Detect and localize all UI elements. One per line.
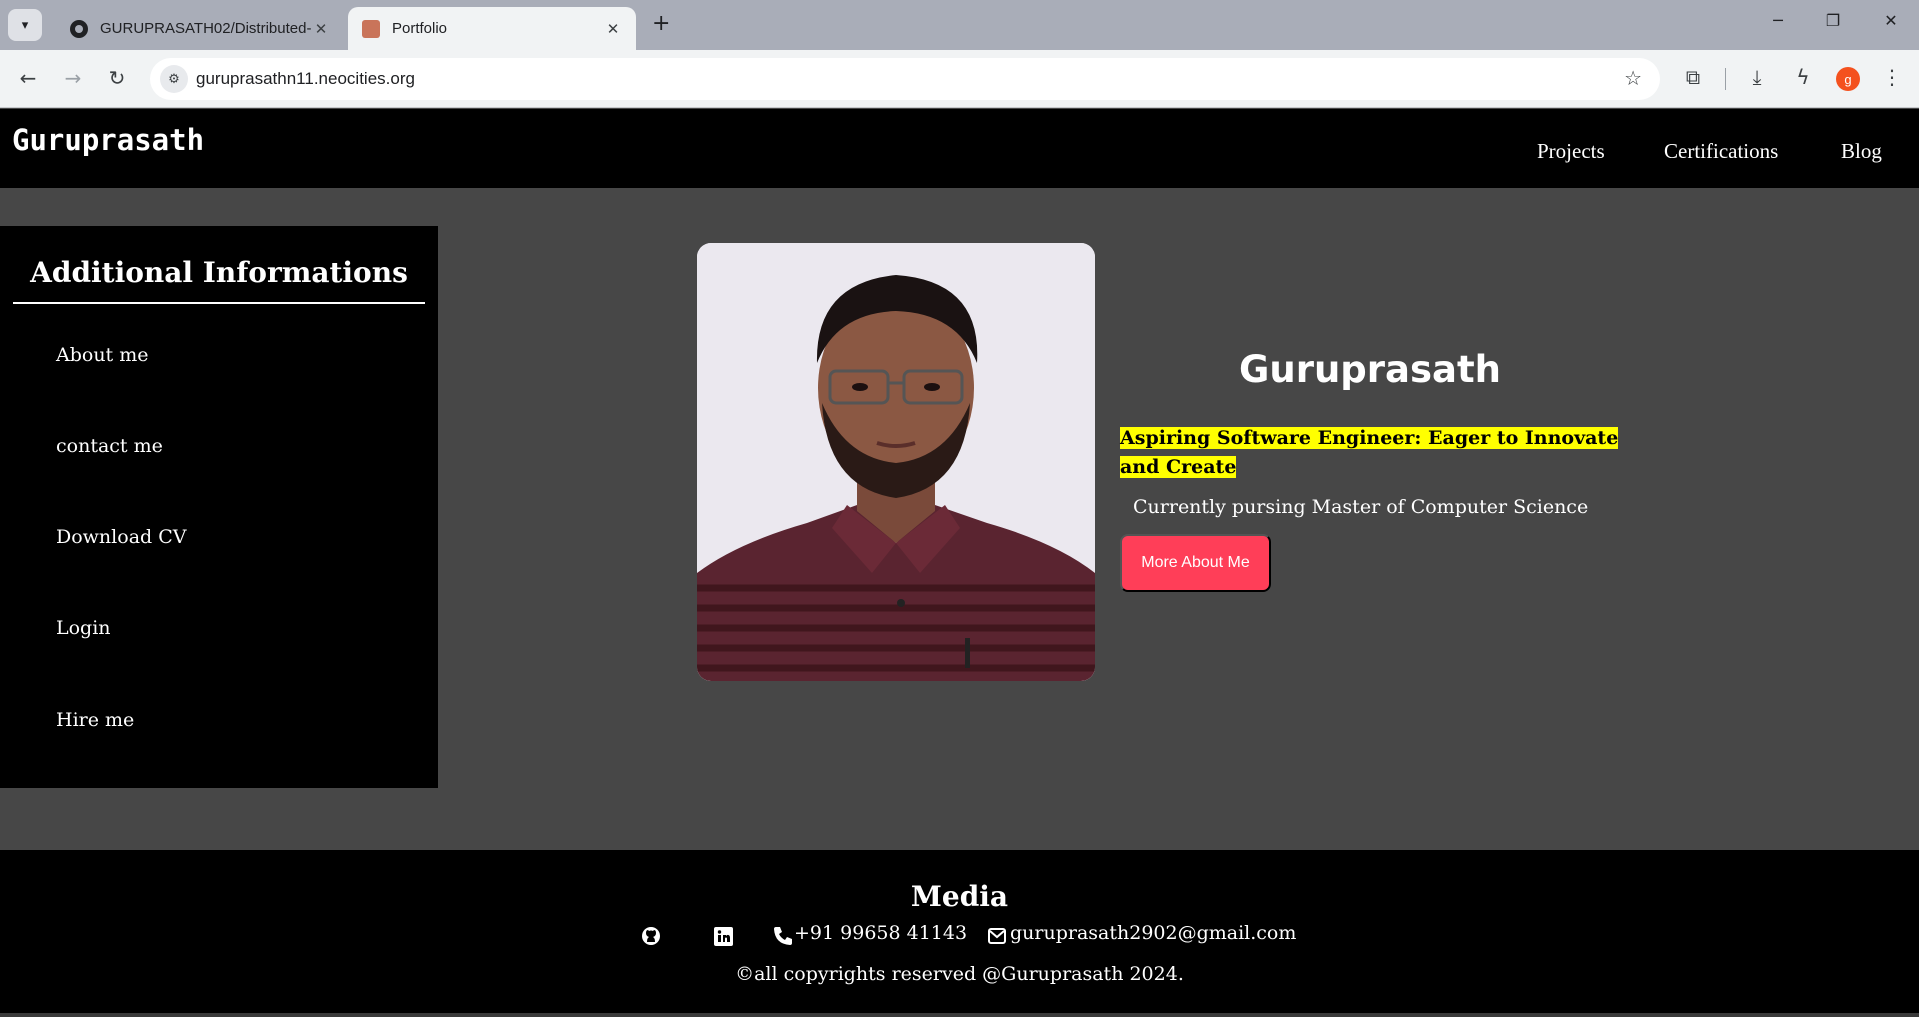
back-arrow-icon[interactable]: ← [14,66,42,90]
phone-number[interactable]: +91 99658 41143 [794,922,967,944]
browser-tab-bar: ▾ GURUPRASATH02/Distributed-C ✕ Portfoli… [0,0,1919,50]
url-text[interactable]: guruprasathn11.neocities.org [196,69,415,89]
nav-projects[interactable]: Projects [1537,139,1605,164]
profile-tagline: Aspiring Software Engineer: Eager to Inn… [1120,424,1625,482]
sidebar-item-about-me[interactable]: About me [56,344,149,366]
phone-icon [771,924,795,948]
tab-title: Portfolio [392,20,448,37]
extensions-puzzle-icon[interactable]: ⧉ [1679,65,1707,89]
new-tab-plus-icon[interactable]: + [652,11,670,36]
profile-status: Currently pursing Master of Computer Sci… [1133,496,1589,518]
nav-blog[interactable]: Blog [1841,139,1882,164]
site-header: Guruprasath Projects Certifications Blog [0,109,1919,188]
bottom-strip [0,1013,1919,1017]
site-logo[interactable]: Guruprasath [12,123,204,157]
bookmark-star-icon[interactable]: ☆ [1624,66,1642,90]
browser-tab-portfolio[interactable]: Portfolio ✕ [348,7,636,50]
email-address[interactable]: guruprasath2902@gmail.com [1010,922,1296,944]
restore-icon[interactable]: ❐ [1818,11,1848,30]
address-bar[interactable]: ⚙ guruprasathn11.neocities.org ☆ [150,58,1660,100]
nav-certifications[interactable]: Certifications [1664,139,1778,164]
toolbar-divider [1725,68,1726,90]
site-footer: Media +91 99658 41143 guruprasath2902@gm… [0,850,1919,1017]
tab-title: GURUPRASATH02/Distributed-C [100,20,312,37]
profile-name: Guruprasath [1238,348,1502,391]
minimize-icon[interactable]: ─ [1763,11,1793,30]
portfolio-favicon-icon [362,19,380,38]
tab-search-button[interactable]: ▾ [8,9,42,41]
github-icon[interactable] [639,924,663,948]
window-close-icon[interactable]: ✕ [1876,11,1906,30]
sidebar-item-hire-me[interactable]: Hire me [56,709,134,731]
more-about-me-button[interactable]: More About Me [1120,534,1271,592]
github-favicon-icon [70,19,88,38]
close-icon[interactable]: ✕ [312,20,330,38]
profile-avatar[interactable]: g [1836,67,1860,91]
site-info-icon[interactable]: ⚙ [160,65,188,93]
browser-tab-github[interactable]: GURUPRASATH02/Distributed-C ✕ [56,7,344,50]
email-icon [985,924,1009,948]
performance-icon[interactable]: ϟ [1789,65,1817,89]
download-icon[interactable]: ⤓ [1743,65,1771,89]
tagline-text: Aspiring Software Engineer: Eager to Inn… [1120,427,1619,478]
profile-photo [697,243,1095,681]
sidebar-item-download-cv[interactable]: Download CV [56,526,186,548]
linkedin-icon[interactable] [711,924,735,948]
chevron-down-icon: ▾ [21,17,29,33]
footer-title: Media [910,880,1009,913]
more-options-icon[interactable]: ⋮ [1878,65,1906,89]
browser-toolbar: ← → ↻ ⚙ guruprasathn11.neocities.org ☆ ⧉… [0,50,1919,108]
sidebar: Additional Informations About me contact… [0,226,438,788]
sidebar-title: Additional Informations [13,256,425,304]
sidebar-item-contact-me[interactable]: contact me [56,435,163,457]
close-icon[interactable]: ✕ [604,20,622,38]
sidebar-item-login[interactable]: Login [56,617,111,639]
forward-arrow-icon[interactable]: → [59,66,87,90]
copyright-text: ©all copyrights reserved @Guruprasath 20… [735,963,1184,985]
reload-icon[interactable]: ↻ [103,66,131,90]
